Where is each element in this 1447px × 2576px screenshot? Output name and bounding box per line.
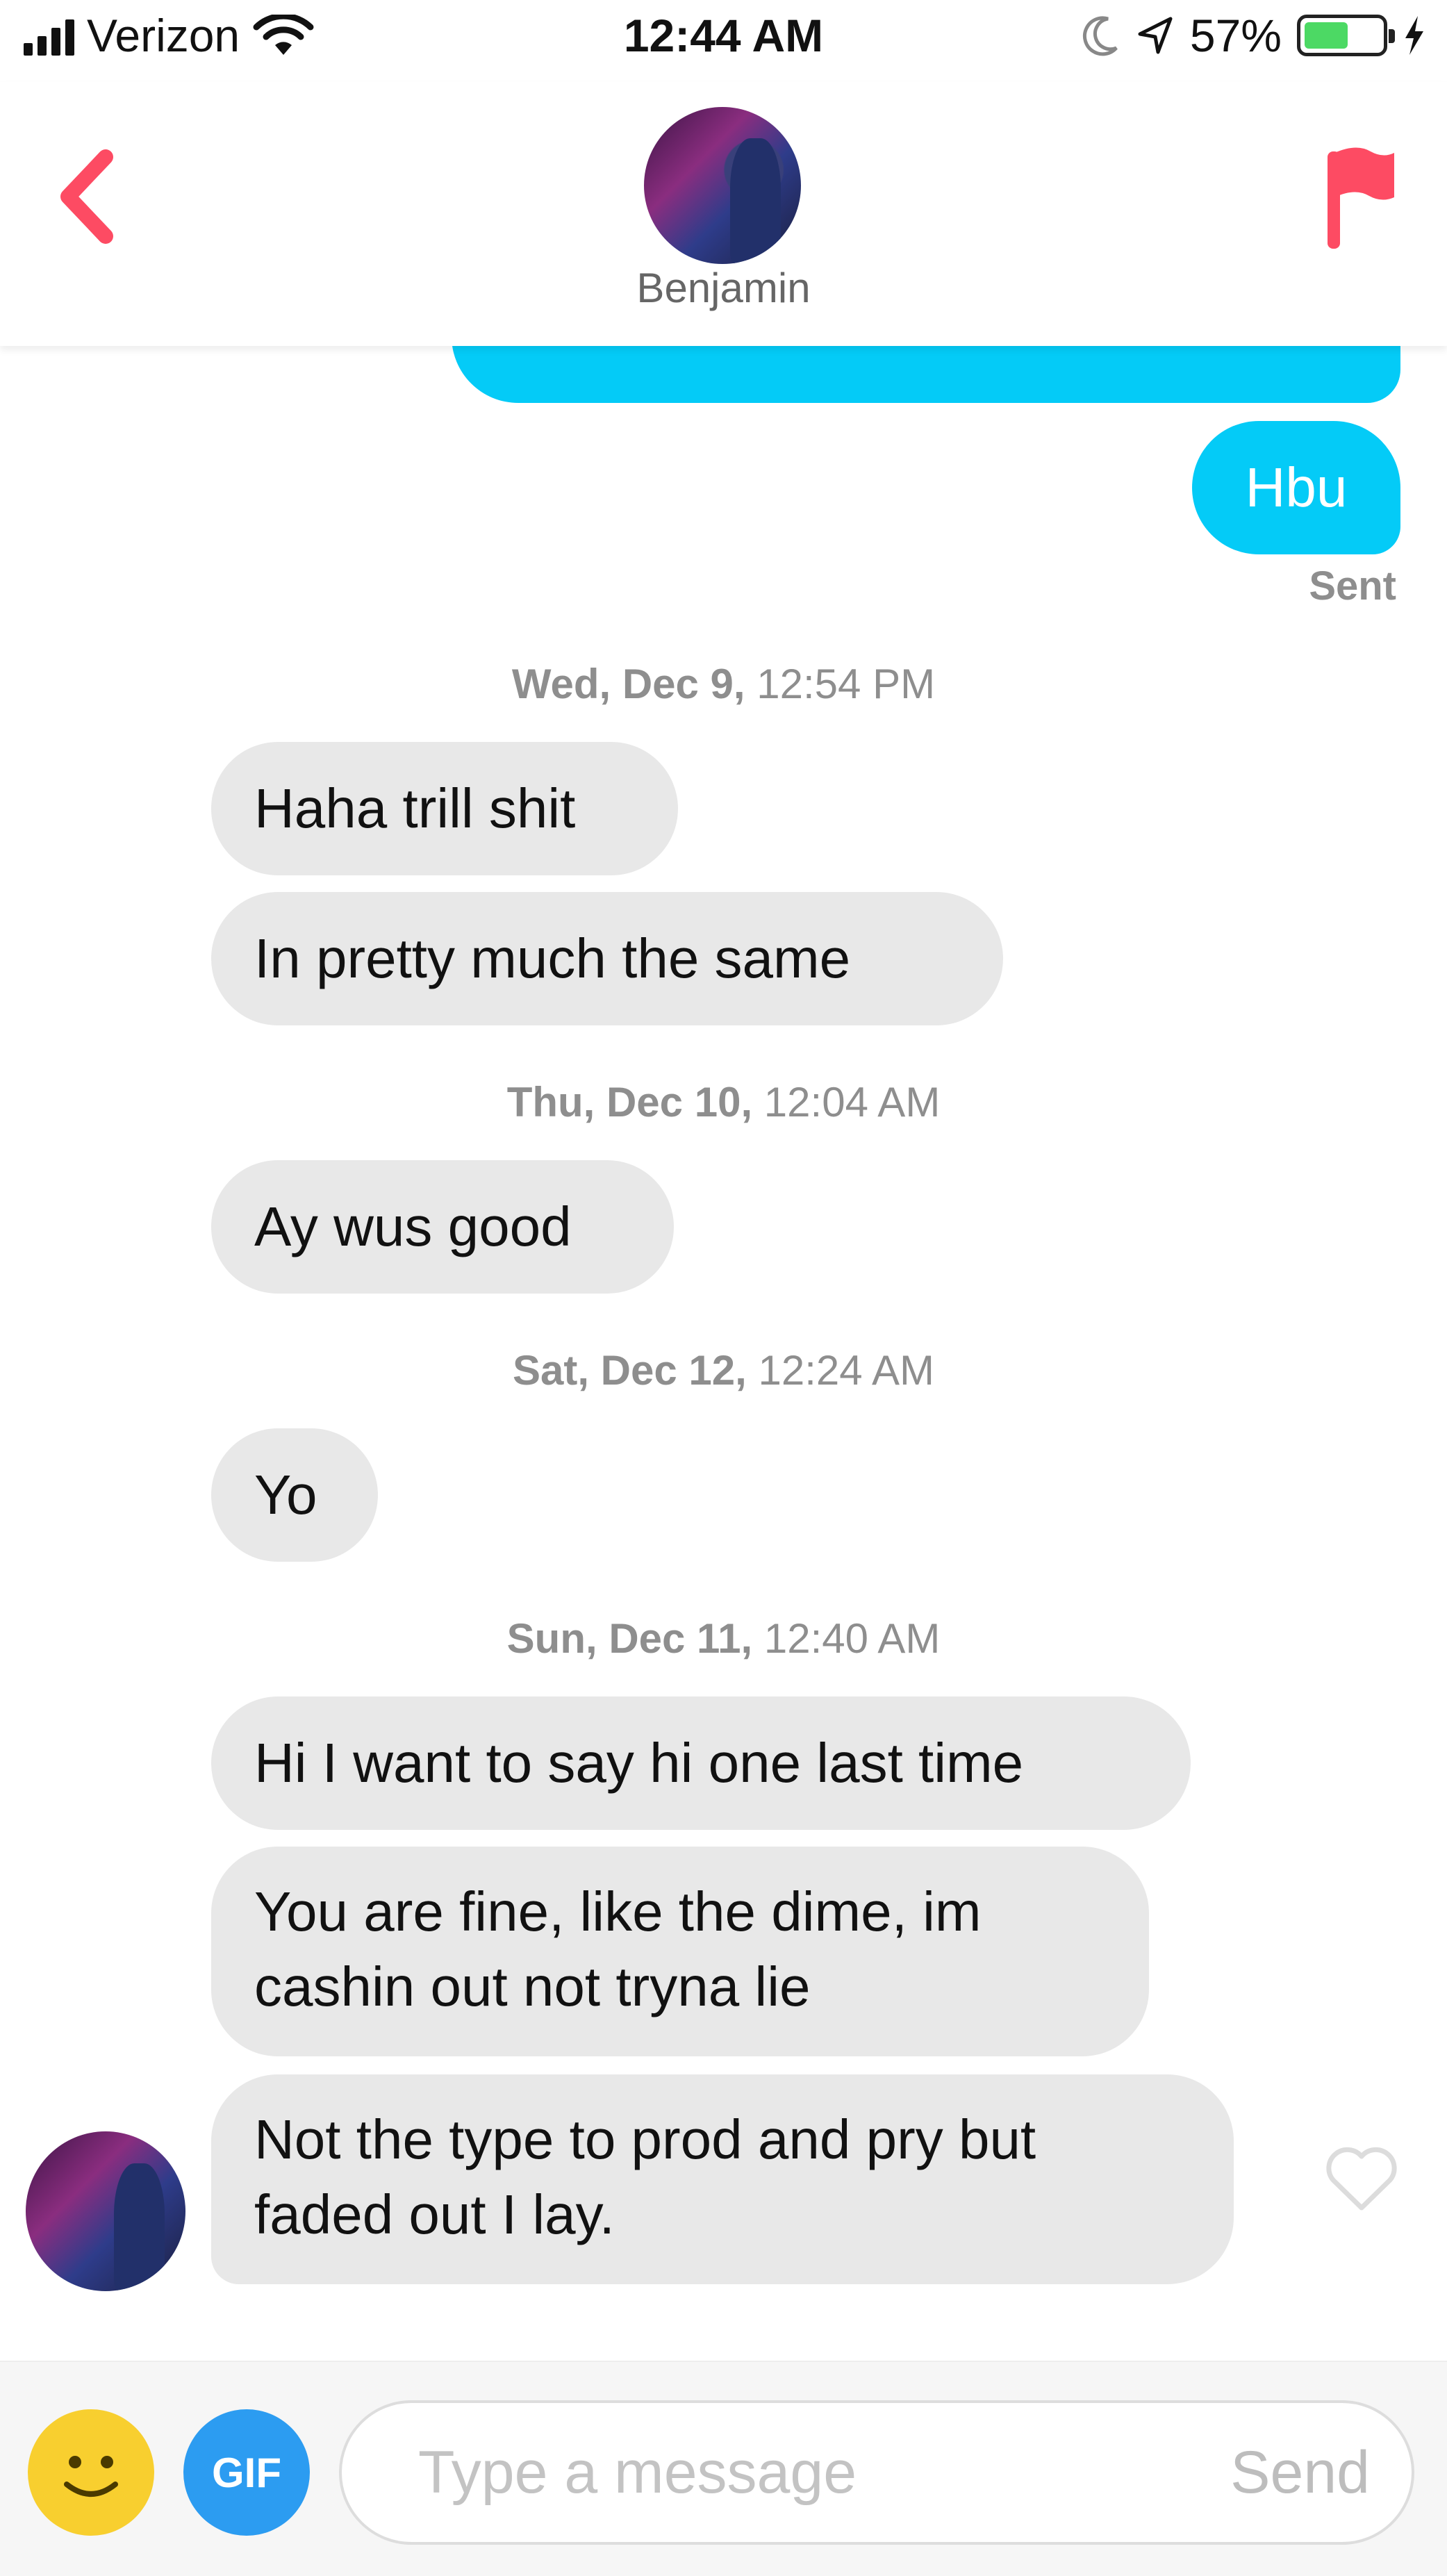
emoji-button[interactable] xyxy=(28,2409,154,2536)
charging-bolt-icon xyxy=(1405,16,1423,55)
smiley-icon xyxy=(64,2456,118,2497)
incoming-message: Yo xyxy=(211,1428,378,1562)
location-arrow-icon xyxy=(1138,17,1173,54)
timestamp: Thu, Dec 10, 12:04 AM xyxy=(506,1079,941,1125)
battery-icon xyxy=(1297,15,1395,56)
gif-button[interactable]: GIF xyxy=(183,2409,310,2536)
incoming-message: Hi I want to say hi one last time xyxy=(211,1696,1191,1830)
battery-percent: 57% xyxy=(1189,10,1282,61)
match-avatar[interactable] xyxy=(644,107,801,264)
like-heart-icon[interactable] xyxy=(1323,2144,1400,2213)
timestamp: Sat, Dec 12, 12:24 AM xyxy=(512,1347,935,1394)
chat-header: Benjamin xyxy=(0,82,1447,346)
incoming-message: Haha trill shit xyxy=(211,742,678,875)
send-button[interactable]: Send xyxy=(1230,2403,1370,2542)
message-input[interactable]: Type a message Send xyxy=(339,2400,1414,2545)
message-list[interactable]: country Hbu Sent Wed, Dec 9, 12:54 PM Ha… xyxy=(0,266,1447,2361)
incoming-message: Not the type to prod and pry but faded o… xyxy=(211,2074,1234,2284)
sent-status: Sent xyxy=(1309,563,1396,609)
status-bar: Verizon 12:44 AM 57% xyxy=(0,0,1447,82)
back-button[interactable] xyxy=(49,145,125,249)
battery-level xyxy=(1305,22,1348,49)
incoming-message: You are fine, like the dime, im cashin o… xyxy=(211,1847,1149,2056)
moon-icon xyxy=(1082,16,1118,56)
timestamp: Wed, Dec 9, 12:54 PM xyxy=(511,661,936,707)
incoming-message: In pretty much the same xyxy=(211,892,1003,1025)
incoming-message: Ay wus good xyxy=(211,1160,674,1294)
composer-bar: GIF Type a message Send xyxy=(0,2361,1447,2576)
timestamp: Sun, Dec 11, 12:40 AM xyxy=(506,1615,941,1662)
report-flag-button[interactable] xyxy=(1322,143,1398,254)
status-right: 57% xyxy=(1082,13,1426,58)
match-name[interactable]: Benjamin xyxy=(0,264,1447,312)
message-placeholder: Type a message xyxy=(418,2439,857,2506)
sender-avatar[interactable] xyxy=(26,2131,185,2291)
outgoing-message: Hbu xyxy=(1192,421,1400,554)
